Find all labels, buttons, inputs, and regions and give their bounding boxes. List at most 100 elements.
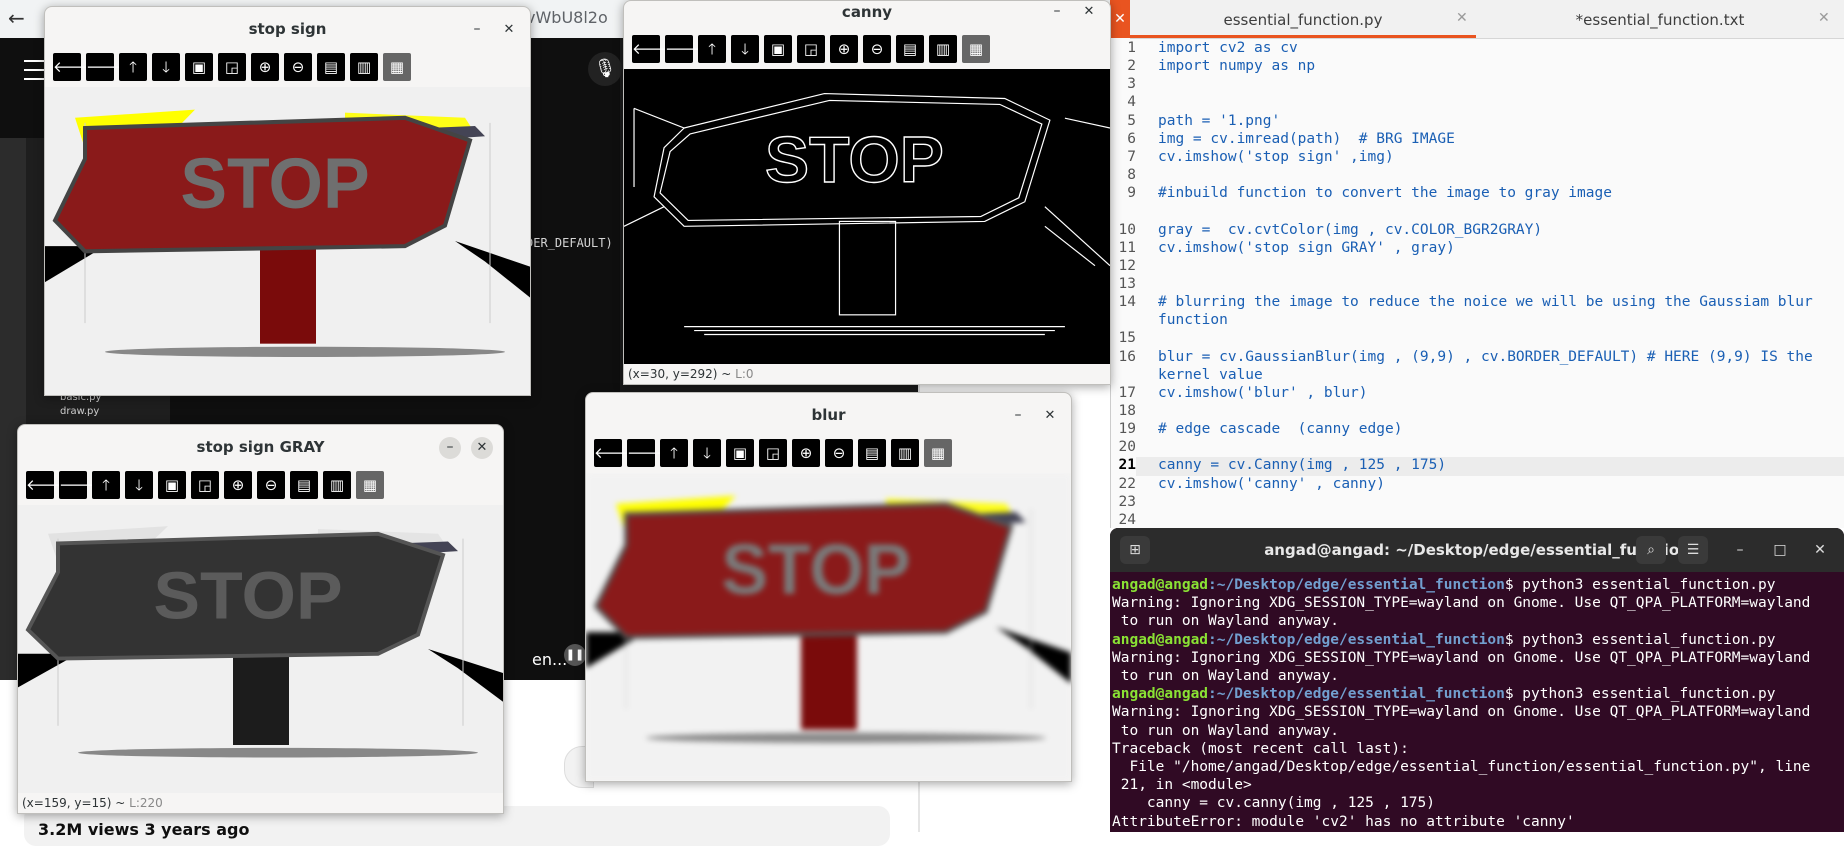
code-line[interactable]: import cv2 as cv bbox=[1158, 40, 1838, 56]
cv-window-stop-sign-gray[interactable]: stop sign GRAY – ✕ 🡐 🡒 🡑 🡓 ▣ ◲ ⊕ ⊖ ▤ ▥ ▦ STOP (x=1… bbox=[17, 424, 504, 814]
arrow-up-icon[interactable]: 🡑 bbox=[698, 35, 726, 63]
code-line[interactable]: cv.imshow('canny' , canny) bbox=[1158, 476, 1838, 492]
microphone-icon[interactable]: 🎙 bbox=[588, 52, 622, 86]
copy-icon[interactable]: ▥ bbox=[350, 53, 378, 81]
search-icon[interactable]: ⌕ bbox=[1636, 536, 1666, 564]
zoom-rect-icon[interactable]: ▣ bbox=[185, 53, 213, 81]
arrow-down-icon[interactable]: 🡓 bbox=[731, 35, 759, 63]
code-line[interactable]: path = '1.png' bbox=[1158, 113, 1838, 129]
code-line[interactable]: kernel value bbox=[1158, 367, 1838, 383]
zoom-fit-icon[interactable]: ◲ bbox=[218, 53, 246, 81]
arrow-right-icon[interactable]: 🡒 bbox=[627, 439, 667, 467]
code-line[interactable]: cv.imshow('blur' , blur) bbox=[1158, 385, 1838, 401]
zoom-fit-icon[interactable]: ◲ bbox=[191, 471, 219, 499]
arrow-down-icon[interactable]: 🡓 bbox=[152, 53, 180, 81]
save-icon[interactable]: ▤ bbox=[290, 471, 318, 499]
text-editor bbox=[1110, 0, 1844, 528]
pause-icon[interactable]: ❚❚ bbox=[564, 644, 586, 666]
zoom-in-icon[interactable]: ⊕ bbox=[830, 35, 858, 63]
tab-close-icon[interactable]: ✕ bbox=[1456, 10, 1468, 26]
arrow-right-icon[interactable]: 🡒 bbox=[59, 471, 99, 499]
image-canvas[interactable]: STOP bbox=[586, 473, 1071, 781]
save-icon[interactable]: ▤ bbox=[858, 439, 886, 467]
cv-window-stop-sign[interactable]: stop sign – ✕ 🡐 🡒 🡑 🡓 ▣ ◲ ⊕ ⊖ ▤ ▥ ▦ STOP bbox=[44, 6, 531, 396]
image-canvas[interactable]: STOP bbox=[624, 69, 1110, 364]
code-line[interactable]: # blurring the image to reduce the noice… bbox=[1158, 294, 1838, 310]
menu-icon[interactable]: ☰ bbox=[1678, 536, 1708, 564]
cv-window-blur[interactable]: blur – ✕ 🡐 🡒 🡑 🡓 ▣ ◲ ⊕ ⊖ ▤ ▥ ▦ STOP bbox=[585, 392, 1072, 782]
code-line[interactable]: gray = cv.cvtColor(img , cv.COLOR_BGR2GR… bbox=[1158, 222, 1838, 238]
zoom-in-icon[interactable]: ⊕ bbox=[251, 53, 279, 81]
arrow-left-icon[interactable]: 🡐 bbox=[632, 35, 672, 63]
arrow-right-icon[interactable]: 🡒 bbox=[665, 35, 705, 63]
zoom-out-icon[interactable]: ⊖ bbox=[257, 471, 285, 499]
minimize-icon[interactable]: – bbox=[439, 437, 461, 459]
zoom-rect-icon[interactable]: ▣ bbox=[726, 439, 754, 467]
save-icon[interactable]: ▤ bbox=[317, 53, 345, 81]
zoom-fit-icon[interactable]: ◲ bbox=[797, 35, 825, 63]
arrow-up-icon[interactable]: 🡑 bbox=[660, 439, 688, 467]
arrow-left-icon[interactable]: 🡐 bbox=[594, 439, 634, 467]
arrow-up-icon[interactable]: 🡑 bbox=[92, 471, 120, 499]
new-tab-icon[interactable]: ⊞ bbox=[1120, 536, 1150, 564]
vscode-file-item[interactable]: draw.py bbox=[60, 406, 99, 417]
zoom-fit-icon[interactable]: ◲ bbox=[759, 439, 787, 467]
tab-essential-function-py[interactable]: essential_function.py bbox=[1130, 0, 1476, 38]
copy-icon[interactable]: ▥ bbox=[891, 439, 919, 467]
code-line[interactable]: import numpy as np bbox=[1158, 58, 1838, 74]
arrow-left-icon[interactable]: 🡐 bbox=[26, 471, 66, 499]
hamburger-menu-icon[interactable] bbox=[24, 60, 46, 80]
background-code-fragment: DER_DEFAULT) bbox=[526, 236, 613, 250]
zoom-out-icon[interactable]: ⊖ bbox=[863, 35, 891, 63]
code-line[interactable]: cv.imshow('stop sign' ,img) bbox=[1158, 149, 1838, 165]
arrow-down-icon[interactable]: 🡓 bbox=[693, 439, 721, 467]
image-canvas[interactable]: STOP bbox=[18, 505, 503, 793]
properties-icon[interactable]: ▦ bbox=[924, 439, 952, 467]
close-icon[interactable]: ✕ bbox=[1078, 1, 1100, 23]
code-line[interactable]: blur = cv.GaussianBlur(img , (9,9) , cv.… bbox=[1158, 349, 1838, 365]
minimize-icon[interactable]: – bbox=[1046, 1, 1068, 23]
code-line[interactable]: canny = cv.Canny(img , 125 , 175) bbox=[1158, 457, 1838, 473]
arrow-right-icon[interactable]: 🡒 bbox=[86, 53, 126, 81]
close-icon[interactable]: ✕ bbox=[1039, 405, 1061, 427]
tab-close-icon[interactable]: ✕ bbox=[1818, 10, 1830, 26]
code-line[interactable]: img = cv.imread(path) # BRG IMAGE bbox=[1158, 131, 1838, 147]
zoom-rect-icon[interactable]: ▣ bbox=[158, 471, 186, 499]
close-icon[interactable]: ✕ bbox=[498, 19, 520, 41]
status-level: L:0 bbox=[735, 367, 754, 381]
properties-icon[interactable]: ▦ bbox=[356, 471, 384, 499]
save-icon[interactable]: ▤ bbox=[896, 35, 924, 63]
close-icon[interactable]: ✕ bbox=[1806, 536, 1834, 564]
terminal-prompt-line: angad@angad:~/Desktop/edge/essential_fun… bbox=[1112, 631, 1842, 649]
cv-window-canny[interactable]: canny – ✕ 🡐 🡒 🡑 🡓 ▣ ◲ ⊕ ⊖ ▤ ▥ ▦ STOP (x=30, y=292)… bbox=[623, 0, 1111, 385]
minimize-icon[interactable]: – bbox=[1007, 405, 1029, 427]
zoom-out-icon[interactable]: ⊖ bbox=[825, 439, 853, 467]
zoom-in-icon[interactable]: ⊕ bbox=[224, 471, 252, 499]
code-line[interactable]: cv.imshow('stop sign GRAY' , gray) bbox=[1158, 240, 1838, 256]
copy-icon[interactable]: ▥ bbox=[323, 471, 351, 499]
close-icon[interactable]: ✕ bbox=[1110, 0, 1130, 38]
tab-essential-function-txt[interactable]: *essential_function.txt bbox=[1500, 0, 1820, 38]
minimize-icon[interactable]: – bbox=[1726, 536, 1754, 564]
image-canvas[interactable]: STOP bbox=[45, 87, 530, 395]
code-line[interactable]: function bbox=[1158, 312, 1838, 328]
arrow-left-icon[interactable]: 🡐 bbox=[53, 53, 93, 81]
arrow-up-icon[interactable]: 🡑 bbox=[119, 53, 147, 81]
url-fragment[interactable]: vWbU8l2o bbox=[526, 8, 608, 27]
code-line[interactable]: # edge cascade (canny edge) bbox=[1158, 421, 1838, 437]
copy-icon[interactable]: ▥ bbox=[929, 35, 957, 63]
status-bar: (x=159, y=15) ~ L:220 bbox=[22, 793, 163, 813]
code-line[interactable]: #inbuild function to convert the image t… bbox=[1158, 185, 1838, 201]
arrow-down-icon[interactable]: 🡓 bbox=[125, 471, 153, 499]
window-title: canny bbox=[841, 3, 893, 21]
zoom-in-icon[interactable]: ⊕ bbox=[792, 439, 820, 467]
properties-icon[interactable]: ▦ bbox=[383, 53, 411, 81]
maximize-icon[interactable]: □ bbox=[1766, 536, 1794, 564]
back-arrow-icon[interactable]: ← bbox=[8, 6, 25, 30]
close-icon[interactable]: ✕ bbox=[471, 437, 493, 459]
zoom-rect-icon[interactable]: ▣ bbox=[764, 35, 792, 63]
zoom-out-icon[interactable]: ⊖ bbox=[284, 53, 312, 81]
minimize-icon[interactable]: – bbox=[466, 19, 488, 41]
terminal-output-line: Warning: Ignoring XDG_SESSION_TYPE=wayla… bbox=[1112, 704, 1811, 721]
properties-icon[interactable]: ▦ bbox=[962, 35, 990, 63]
